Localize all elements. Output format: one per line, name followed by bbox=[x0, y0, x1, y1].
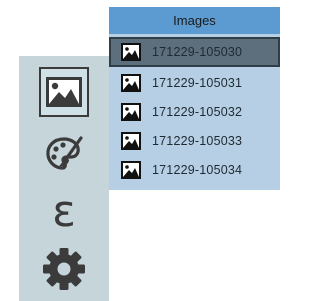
list-item-label: 171229-105030 bbox=[152, 45, 243, 59]
image-thumb-icon bbox=[121, 73, 141, 92]
gear-icon bbox=[43, 248, 85, 290]
images-tool-frame bbox=[39, 67, 89, 117]
list-item[interactable]: 171229-105031 bbox=[109, 68, 280, 97]
list-item-label: 171229-105034 bbox=[152, 162, 243, 177]
list-item-selected[interactable]: 171229-105030 bbox=[109, 37, 280, 67]
epsilon-tool-button[interactable]: ɛ bbox=[19, 184, 109, 240]
image-thumb-icon bbox=[121, 160, 141, 179]
image-thumb-icon bbox=[121, 102, 141, 121]
palette-tool-button[interactable] bbox=[19, 129, 109, 179]
list-item[interactable]: 171229-105032 bbox=[109, 97, 280, 126]
list-item[interactable]: 171229-105033 bbox=[109, 126, 280, 155]
vertical-toolbar: ɛ bbox=[19, 56, 109, 301]
image-thumb-icon bbox=[121, 131, 141, 150]
list-item[interactable]: 171229-105034 bbox=[109, 155, 280, 184]
images-tool-button[interactable] bbox=[19, 63, 109, 121]
list-item-label: 171229-105032 bbox=[152, 104, 243, 119]
epsilon-icon: ɛ bbox=[52, 186, 76, 237]
images-panel: Images 171229-105030 171229-105031 17122… bbox=[109, 7, 280, 190]
list-item-label: 171229-105031 bbox=[152, 75, 243, 90]
image-icon bbox=[46, 77, 82, 107]
palette-icon bbox=[46, 136, 83, 170]
panel-title: Images bbox=[109, 7, 280, 34]
app-canvas: ɛ Images 171229-105030 171229-105031 171… bbox=[0, 0, 280, 301]
image-thumb-icon bbox=[121, 43, 141, 61]
image-list: 171229-105030 171229-105031 171229-10503… bbox=[109, 37, 280, 184]
list-item-label: 171229-105033 bbox=[152, 133, 243, 148]
settings-tool-button[interactable] bbox=[19, 239, 109, 299]
